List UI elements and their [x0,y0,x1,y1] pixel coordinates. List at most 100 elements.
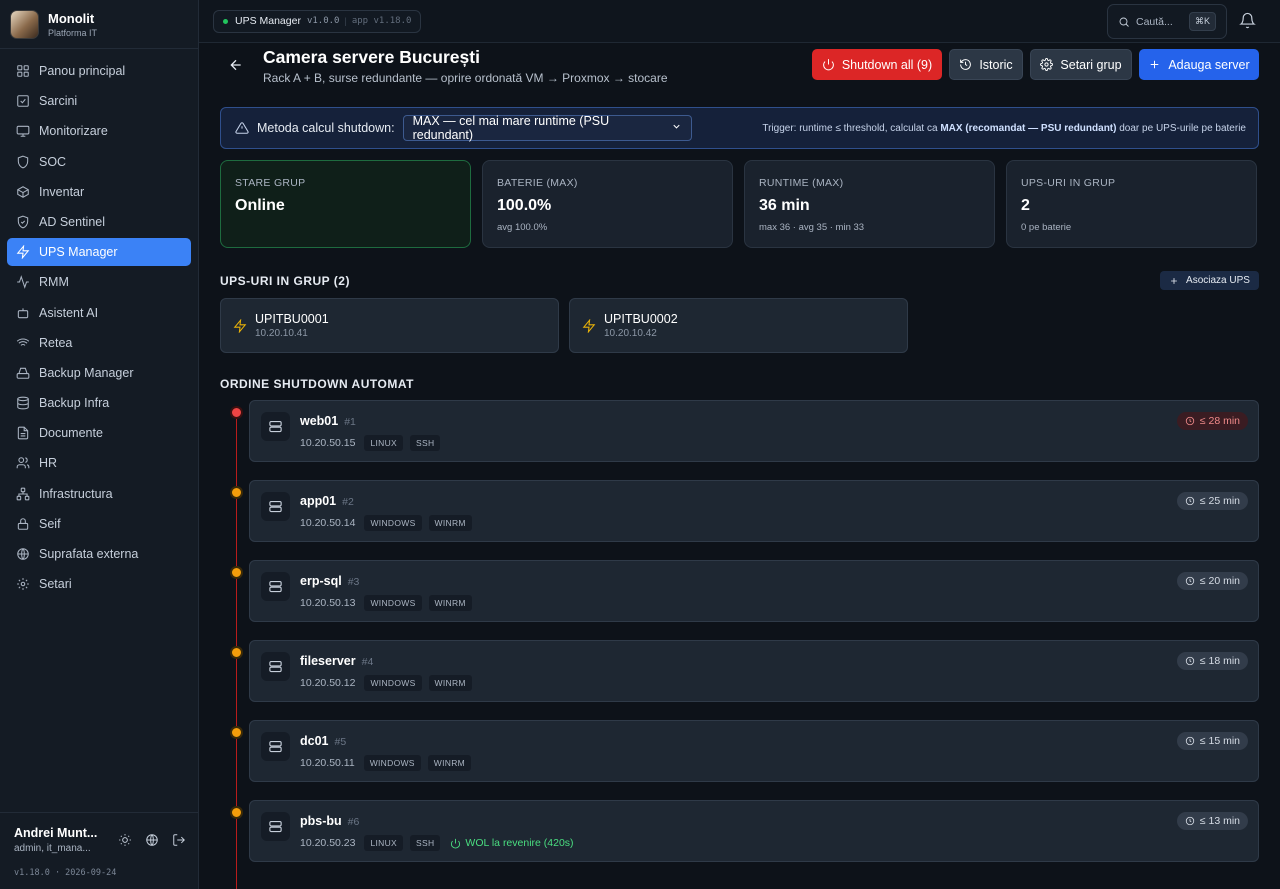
sidebar-item-infrastructura[interactable]: Infrastructura [7,480,191,508]
sidebar-item-sarcini[interactable]: Sarcini [7,87,191,115]
wifi-icon [16,338,30,348]
sidebar-item-rmm[interactable]: RMM [7,268,191,296]
server-meta: 10.20.50.15 LINUX SSH [300,435,447,451]
sidebar-item-soc[interactable]: SOC [7,148,191,176]
server-tag: WINDOWS [364,595,422,611]
shutdown-method-select[interactable]: MAX — cel mai mare runtime (PSU redundan… [402,114,692,142]
sidebar-item-documente[interactable]: Documente [7,419,191,447]
shutdown-all-button[interactable]: Shutdown all (9) [812,49,942,80]
network-icon [16,487,30,500]
server-icon [261,812,290,841]
logout-button[interactable] [165,833,192,847]
theme-toggle-button[interactable] [111,833,138,847]
sidebar-item-backup-manager[interactable]: Backup Manager [7,359,191,387]
server-name: web01 [300,414,339,428]
notifications-button[interactable] [1239,12,1256,34]
shutdown-method-banner: Metoda calcul shutdown: MAX — cel mai ma… [220,107,1259,149]
language-button[interactable] [138,833,165,847]
main-content: UPS Manager v1.0.0 | app v1.18.0 Caută..… [199,0,1280,889]
box-icon [17,185,29,198]
app-switcher[interactable]: UPS Manager v1.0.0 | app v1.18.0 [213,9,422,33]
app-version: v1.18.0 · 2026-09-24 [14,868,117,878]
timeline-dot [230,566,243,579]
page-header: Camera servere București Rack A + B, sur… [199,43,1280,103]
ups-card[interactable]: UPITBU0001 10.20.10.41 [220,298,559,353]
search-button[interactable]: Caută... ⌘K [1107,4,1227,39]
search-placeholder: Caută... [1136,15,1173,28]
server-card[interactable]: web01 #1 10.20.50.15 LINUX SSH ≤ 28 min [249,400,1259,462]
server-tag: WINDOWS [364,515,422,531]
runtime-threshold: ≤ 13 min [1199,815,1240,827]
sidebar-item-retea[interactable]: Retea [7,329,191,357]
timeline-dot [230,806,243,819]
stat-card-battery: BATERIE (MAX) 100.0% avg 100.0% [482,160,733,248]
user-name[interactable]: Andrei Munt... [14,826,106,840]
server-tag: LINUX [364,835,404,851]
ups-name: UPITBU0002 [604,312,678,326]
back-button[interactable] [228,57,244,78]
sidebar-item-monitorizare[interactable]: Monitorizare [7,117,191,145]
bolt-icon [233,318,247,333]
server-name-row: dc01 #5 [300,734,346,748]
server-meta: 10.20.50.14 WINDOWS WINRM [300,515,479,531]
associate-ups-button[interactable]: Asociaza UPS [1160,271,1259,290]
server-card[interactable]: pbs-bu #6 10.20.50.23 LINUX SSH WOL la reveni… [249,800,1259,862]
ups-ip: 10.20.10.41 [255,328,308,339]
timeline-dot [230,486,243,499]
sidebar-item-inventar[interactable]: Inventar [7,178,191,206]
sidebar-item-ad-sentinel[interactable]: AD Sentinel [7,208,191,236]
server-name: pbs-bu [300,814,342,828]
runtime-threshold: ≤ 28 min [1199,415,1240,427]
sidebar-item-ups-manager[interactable]: UPS Manager [7,238,191,267]
server-card[interactable]: fileserver #4 10.20.50.12 WINDOWS WINRM ≤ 18 … [249,640,1259,702]
server-name: dc01 [300,734,329,748]
sidebar-item-hr[interactable]: HR [7,449,191,477]
bot-icon [17,307,29,318]
history-button[interactable]: Istoric [949,49,1023,80]
clock-icon [1185,736,1194,746]
runtime-threshold: ≤ 18 min [1199,655,1240,667]
runtime-threshold-badge: ≤ 15 min [1176,732,1248,750]
group-settings-button[interactable]: Setari grup [1030,49,1132,80]
stat-card-ups-count: UPS-URI IN GRUP 2 0 pe baterie [1006,160,1257,248]
stat-card-runtime: RUNTIME (MAX) 36 min max 36 · avg 35 · m… [744,160,995,248]
sidebar-item-label: Asistent AI [39,305,99,320]
server-icon [261,572,290,601]
sidebar-item-panou-principal[interactable]: Panou principal [7,57,191,85]
sidebar-item-label: SOC [39,154,67,169]
stat-sub: avg 100.0% [497,222,548,233]
sidebar-item-seif[interactable]: Seif [7,510,191,538]
server-card[interactable]: dc01 #5 10.20.50.11 WINDOWS WINRM ≤ 15 min [249,720,1259,782]
sun-icon [118,834,131,846]
trigger-method: MAX (recomandat — PSU redundant) [940,122,1117,134]
server-tag: WINDOWS [364,675,422,691]
timeline-dot [230,406,243,419]
sidebar-item-asistent-ai[interactable]: Asistent AI [7,299,191,327]
server-icon [261,652,290,681]
server-ip: 10.20.50.14 [300,517,356,529]
server-name-row: erp-sql #3 [300,574,359,588]
runtime-threshold-badge: ≤ 18 min [1176,652,1248,670]
brand-title: Monolit [48,10,95,26]
clock-icon [1185,416,1194,426]
power-icon [822,59,834,71]
server-name-row: pbs-bu #6 [300,814,359,828]
add-server-button[interactable]: Adauga server [1139,49,1259,80]
server-card[interactable]: erp-sql #3 10.20.50.13 WINDOWS WINRM ≤ 20 min [249,560,1259,622]
sidebar-item-label: Inventar [39,184,85,199]
add-server-label: Adauga server [1168,57,1250,72]
sidebar-item-suprafata-externa[interactable]: Suprafata externa [7,540,191,568]
checkbox-icon [17,95,29,107]
sidebar-item-backup-infra[interactable]: Backup Infra [7,389,191,417]
sidebar-item-setari[interactable]: Setari [7,570,191,598]
stat-value: Online [235,197,285,214]
sidebar-item-label: Sarcini [39,94,78,109]
brand[interactable]: Monolit Platforma IT [0,0,198,49]
server-icon [261,412,290,441]
activity-icon [17,275,29,290]
file-icon [17,426,29,440]
grid-icon [17,65,29,77]
ups-card[interactable]: UPITBU0002 10.20.10.42 [569,298,908,353]
server-meta: 10.20.50.11 WINDOWS WINRM [300,755,478,771]
server-card[interactable]: app01 #2 10.20.50.14 WINDOWS WINRM ≤ 25 min [249,480,1259,542]
